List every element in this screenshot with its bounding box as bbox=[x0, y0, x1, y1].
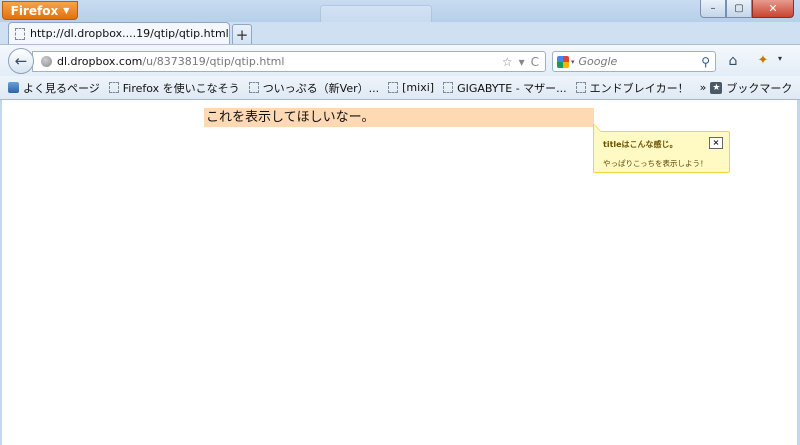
window-border-left bbox=[0, 100, 2, 445]
tooltip-body: やっぱりこっちを表示しよう！ bbox=[603, 159, 708, 168]
url-bar[interactable]: dl.dropbox.com/u/8373819/qtip/qtip.html … bbox=[32, 51, 546, 72]
bookmark-item[interactable]: よく見るページ bbox=[8, 80, 100, 96]
toolbar-menu-chevron-icon[interactable]: ▾ bbox=[778, 54, 782, 63]
back-button[interactable]: ← bbox=[8, 48, 34, 74]
bookmarks-menu-button[interactable]: ★ ブックマーク bbox=[710, 80, 792, 96]
reload-icon[interactable]: C bbox=[531, 55, 539, 69]
close-window-button[interactable]: ✕ bbox=[752, 0, 794, 18]
history-dropmarker-icon[interactable]: ▾ bbox=[519, 55, 525, 69]
google-icon[interactable] bbox=[557, 55, 569, 68]
page-icon bbox=[443, 82, 454, 93]
magnifier-icon[interactable]: ⚲ bbox=[701, 55, 710, 69]
url-path: /u/8373819/qtip/qtip.html bbox=[142, 55, 285, 68]
bookmark-label: ついっぷる（新Ver）... bbox=[262, 81, 380, 95]
bookmarks-toolbar: よく見るページ Firefox を使いこなそう ついっぷる（新Ver）... [… bbox=[0, 76, 800, 100]
firefox-menu-label: Firefox bbox=[10, 3, 59, 18]
bookmark-item[interactable]: エンドブレイカー！ bbox=[575, 80, 689, 96]
search-engine-chevron-icon[interactable]: ▾ bbox=[571, 58, 575, 66]
bookmarks-overflow-chevron[interactable]: » bbox=[700, 81, 707, 94]
hover-target-text[interactable]: これを表示してほしいなー。 bbox=[204, 108, 594, 127]
background-window-tab bbox=[320, 5, 432, 22]
most-visited-icon bbox=[8, 82, 19, 93]
page-icon bbox=[108, 82, 119, 93]
qtip-tooltip: titleはこんな感じ。 × やっぱりこっちを表示しよう！ bbox=[593, 123, 730, 173]
minimize-button[interactable]: – bbox=[700, 0, 726, 18]
bookmark-item[interactable]: GIGABYTE - マザー... bbox=[443, 80, 567, 96]
chevron-down-icon: ▼ bbox=[63, 6, 70, 15]
bookmark-item[interactable]: ついっぷる（新Ver）... bbox=[248, 80, 380, 96]
window-titlebar: Firefox ▼ – ▢ ✕ bbox=[0, 0, 800, 22]
page-icon bbox=[15, 27, 25, 40]
bookmark-label: Firefox を使いこなそう bbox=[122, 81, 240, 95]
bookmark-item[interactable]: Firefox を使いこなそう bbox=[108, 80, 240, 96]
search-placeholder: Google bbox=[578, 55, 618, 68]
page-content: これを表示してほしいなー。 titleはこんな感じ。 × やっぱりこっちを表示し… bbox=[0, 100, 800, 445]
tab-qtip[interactable]: http://dl.dropbox....19/qtip/qtip.html bbox=[8, 22, 230, 44]
close-icon: ✕ bbox=[768, 2, 778, 15]
firefox-menu-button[interactable]: Firefox ▼ bbox=[2, 1, 78, 20]
bookmarks-menu-label: ブックマーク bbox=[726, 81, 793, 95]
page-icon bbox=[248, 82, 259, 93]
bookmark-label: よく見るページ bbox=[23, 81, 100, 95]
bookmark-item[interactable]: [mixi] bbox=[388, 81, 434, 94]
window-controls: – ▢ ✕ bbox=[700, 0, 794, 18]
plus-icon: + bbox=[235, 25, 249, 44]
tab-strip: http://dl.dropbox....19/qtip/qtip.html + bbox=[0, 22, 800, 44]
search-bar[interactable]: ▾ Google ⚲ bbox=[552, 51, 716, 72]
bookmark-star-icon[interactable]: ☆ bbox=[502, 55, 513, 69]
bookmarks-star-icon: ★ bbox=[710, 81, 723, 94]
home-icon: ⌂ bbox=[728, 53, 738, 69]
addon-icon: ✦ bbox=[757, 53, 769, 68]
back-arrow-icon: ← bbox=[14, 52, 28, 70]
minimize-icon: – bbox=[710, 3, 716, 14]
new-tab-button[interactable]: + bbox=[232, 24, 252, 44]
page-icon bbox=[575, 82, 586, 93]
tooltip-close-button[interactable]: × bbox=[709, 137, 723, 149]
home-button[interactable]: ⌂ bbox=[724, 53, 742, 69]
url-bar-buttons: ☆ ▾ C bbox=[502, 55, 545, 69]
bookmark-label: GIGABYTE - マザー... bbox=[457, 81, 567, 95]
page-icon bbox=[388, 82, 399, 93]
bookmark-label: エンドブレイカー！ bbox=[589, 81, 689, 95]
tooltip-title: titleはこんな感じ。 bbox=[603, 140, 678, 149]
bookmark-label: [mixi] bbox=[402, 81, 435, 94]
addon-button[interactable]: ✦ bbox=[754, 53, 772, 69]
maximize-icon: ▢ bbox=[734, 3, 744, 14]
navigation-toolbar: dl.dropbox.com/u/8373819/qtip/qtip.html … bbox=[0, 44, 800, 76]
tab-title: http://dl.dropbox....19/qtip/qtip.html bbox=[30, 27, 229, 40]
url-host: dl.dropbox.com bbox=[57, 55, 143, 68]
maximize-button[interactable]: ▢ bbox=[726, 0, 752, 18]
globe-icon bbox=[41, 56, 52, 67]
